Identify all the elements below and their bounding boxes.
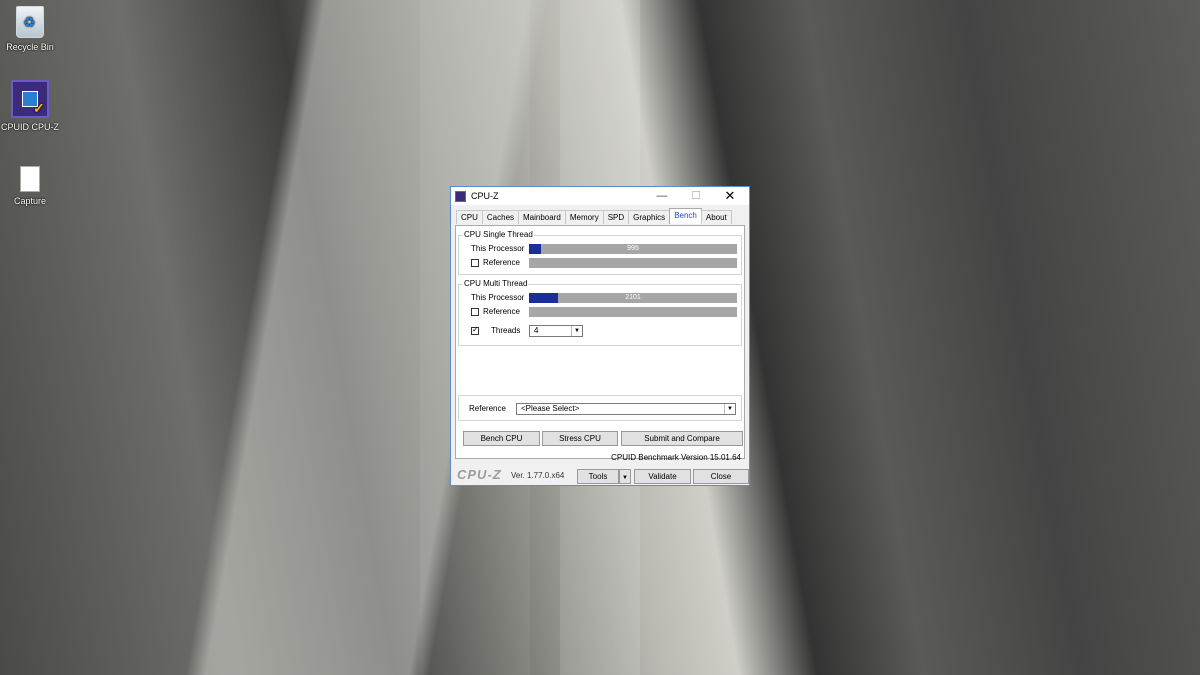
tools-button[interactable]: Tools xyxy=(577,469,619,484)
tools-dropdown-button[interactable]: ▼ xyxy=(619,469,631,484)
tab-spd[interactable]: SPD xyxy=(602,210,630,224)
version-text: Ver. 1.77.0.x64 xyxy=(511,471,565,480)
single-thread-group: CPU Single Thread This Processor 995 Ref… xyxy=(458,230,742,275)
multi-thread-score-bar: 2101 xyxy=(529,293,737,303)
footer: CPU-Z Ver. 1.77.0.x64 Tools ▼ Validate C… xyxy=(451,467,749,485)
threads-label: Threads xyxy=(491,326,521,335)
desktop-icon-label: Capture xyxy=(13,196,47,206)
stress-cpu-button[interactable]: Stress CPU xyxy=(542,431,618,446)
bench-cpu-button[interactable]: Bench CPU xyxy=(463,431,540,446)
reference-select[interactable]: <Please Select> ▼ xyxy=(516,403,736,415)
bench-version: CPUID Benchmark Version 15.01.64 xyxy=(611,453,741,462)
tab-strip: CPU Caches Mainboard Memory SPD Graphics… xyxy=(456,208,732,225)
dropdown-arrow-icon: ▼ xyxy=(571,326,582,336)
reference-select-value: <Please Select> xyxy=(521,404,580,413)
cpuz-window: CPU-Z — ☐ ✕ CPU Caches Mainboard Memory … xyxy=(450,186,750,486)
window-title: CPU-Z xyxy=(471,191,499,201)
tab-caches[interactable]: Caches xyxy=(481,210,520,224)
group-title: CPU Multi Thread xyxy=(463,279,529,288)
reference-label: Reference xyxy=(483,258,520,267)
reference-checkbox[interactable] xyxy=(471,259,479,267)
cpuz-title-icon xyxy=(455,190,466,202)
close-button[interactable]: Close xyxy=(693,469,749,484)
desktop-icon-capture[interactable]: Capture xyxy=(0,166,60,206)
submit-compare-button[interactable]: Submit and Compare xyxy=(621,431,743,446)
dropdown-arrow-icon: ▼ xyxy=(622,475,628,481)
tab-bench[interactable]: Bench xyxy=(669,208,702,224)
threads-checkbox[interactable] xyxy=(471,325,479,335)
threads-select[interactable]: 4 ▼ xyxy=(529,325,583,337)
score-value: 995 xyxy=(627,245,639,252)
desktop-icon-cpuz[interactable]: CPUID CPU-Z xyxy=(0,80,60,132)
reference-checkbox[interactable] xyxy=(471,308,479,316)
file-icon xyxy=(20,166,40,192)
score-value: 2101 xyxy=(625,294,641,301)
tab-about[interactable]: About xyxy=(700,210,732,224)
tab-mainboard[interactable]: Mainboard xyxy=(518,210,566,224)
dropdown-arrow-icon: ▼ xyxy=(724,404,735,414)
minimize-button[interactable]: — xyxy=(645,187,679,205)
tab-memory[interactable]: Memory xyxy=(564,210,604,224)
threads-value: 4 xyxy=(534,326,539,335)
reference-select-group: Reference <Please Select> ▼ xyxy=(458,395,742,421)
desktop-icon-recycle-bin[interactable]: Recycle Bin xyxy=(0,6,60,52)
this-processor-label: This Processor xyxy=(471,244,525,253)
single-thread-score-bar: 995 xyxy=(529,244,737,254)
title-bar[interactable]: CPU-Z — ☐ ✕ xyxy=(451,187,749,205)
desktop-icon-label: Recycle Bin xyxy=(6,42,54,52)
group-title: CPU Single Thread xyxy=(463,230,534,239)
tab-cpu[interactable]: CPU xyxy=(456,210,483,224)
reference-label: Reference xyxy=(483,307,520,316)
multi-thread-reference-bar xyxy=(529,307,737,317)
single-thread-reference-bar xyxy=(529,258,737,268)
tab-graphics[interactable]: Graphics xyxy=(628,210,671,224)
desktop-icon-label: CPUID CPU-Z xyxy=(1,122,59,132)
maximize-button[interactable]: ☐ xyxy=(679,187,713,205)
reference-select-label: Reference xyxy=(469,404,506,413)
cpuz-app-icon xyxy=(11,80,49,118)
validate-button[interactable]: Validate xyxy=(634,469,691,484)
close-window-button[interactable]: ✕ xyxy=(713,187,747,205)
multi-thread-group: CPU Multi Thread This Processor 2101 Ref… xyxy=(458,279,742,346)
this-processor-label: This Processor xyxy=(471,293,525,302)
recycle-bin-icon xyxy=(16,6,44,38)
cpuz-logo: CPU-Z xyxy=(457,467,502,482)
bench-panel: CPU Single Thread This Processor 995 Ref… xyxy=(455,225,745,459)
